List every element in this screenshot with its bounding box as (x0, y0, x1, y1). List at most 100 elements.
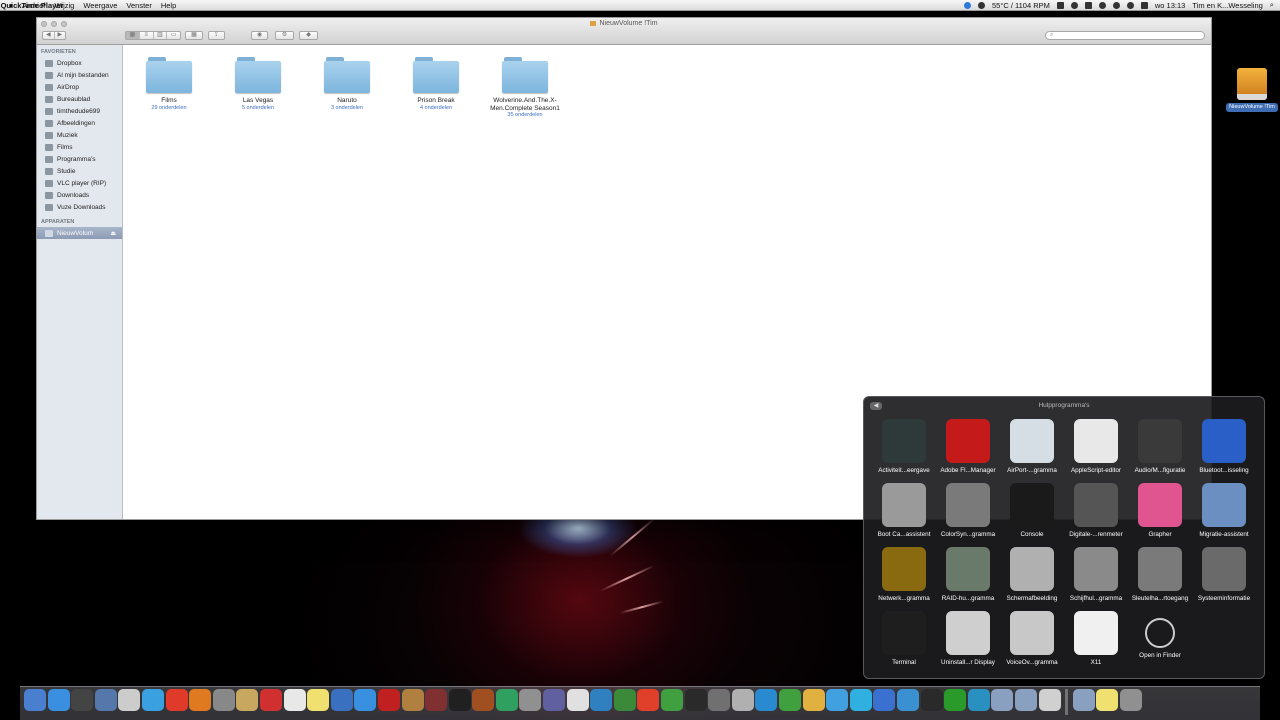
dock-app-icon[interactable] (684, 689, 707, 711)
menu-venster[interactable]: Venster (126, 1, 151, 10)
sidebar-item-desktop[interactable]: Bureaublad (37, 93, 122, 105)
dock-app-icon[interactable] (519, 689, 542, 711)
stack-app-item[interactable]: X11 (1064, 611, 1128, 666)
stack-app-item[interactable]: Migratie-assistent (1192, 483, 1256, 538)
dock-app-icon[interactable] (212, 689, 235, 711)
folder-item[interactable]: Naruto 3 onderdelen (307, 57, 387, 112)
stack-app-item[interactable]: Netwerk...gramma (872, 547, 936, 602)
display-tray-icon[interactable] (1084, 1, 1092, 9)
dock-app-icon[interactable] (755, 689, 778, 711)
stack-app-item[interactable]: Terminal (872, 611, 936, 666)
dock-app-icon[interactable] (613, 689, 636, 711)
dock-app-icon[interactable] (896, 689, 919, 711)
dock-app-icon[interactable] (24, 689, 46, 711)
sidebar-item-movies[interactable]: Films (37, 141, 122, 153)
desktop-drive-icon[interactable]: NieuwVolume !Tim (1226, 68, 1278, 112)
sidebar-item-dropbox[interactable]: Dropbox (37, 57, 122, 69)
stack-app-item[interactable]: Grapher (1128, 483, 1192, 538)
dock-app-icon[interactable] (47, 689, 70, 711)
forward-button[interactable]: ▶ (55, 32, 66, 39)
sidebar-item-music[interactable]: Muziek (37, 129, 122, 141)
share-button[interactable]: ⇪ (208, 31, 225, 40)
dock-app-icon[interactable] (330, 689, 353, 711)
folder-item[interactable]: Prison Break 4 onderdelen (396, 57, 476, 112)
dock-app-icon[interactable] (1096, 689, 1119, 711)
dock-app-icon[interactable] (94, 689, 117, 711)
stack-app-item[interactable]: Systeeminformatie (1192, 547, 1256, 602)
volume-tray-icon[interactable] (1140, 1, 1148, 9)
stack-app-item[interactable]: Boot Ca...assistent (872, 483, 936, 538)
folder-item[interactable]: Wolverine.And.The.X-Men.Complete Season1… (485, 57, 565, 119)
spotlight-icon[interactable]: ⌕ (1270, 0, 1274, 10)
dock-app-icon[interactable] (566, 689, 589, 711)
sidebar-item-nieuwvolume[interactable]: NieuwVolum ⏏ (37, 227, 122, 239)
dock-app-icon[interactable] (661, 689, 684, 711)
app-menu[interactable]: QuickTime Player (0, 1, 64, 10)
dock-app-icon[interactable] (495, 689, 518, 711)
stack-app-item[interactable]: Adobe Fl...Manager (936, 419, 1000, 474)
stack-app-item[interactable]: ColorSyn...gramma (936, 483, 1000, 538)
dock-app-icon[interactable] (377, 689, 400, 711)
dropbox-button[interactable]: ◆ (299, 31, 318, 40)
dock-app-icon[interactable] (849, 689, 872, 711)
stack-app-item[interactable]: VoiceOv...gramma (1000, 611, 1064, 666)
dock-app-icon[interactable] (1038, 689, 1061, 711)
eject-icon[interactable]: ⏏ (110, 230, 116, 237)
sidebar-item-downloads[interactable]: Downloads (37, 189, 122, 201)
coverflow-view-button[interactable]: ▭ (167, 32, 180, 39)
list-view-button[interactable]: ≡ (140, 32, 154, 39)
dock-app-icon[interactable] (590, 689, 613, 711)
dock-app-icon[interactable] (967, 689, 990, 711)
sidebar-item-home[interactable]: timthedude699 (37, 105, 122, 117)
stack-app-item[interactable]: RAID-hu...gramma (936, 547, 1000, 602)
dock-app-icon[interactable] (944, 689, 967, 711)
quicklook-button[interactable]: ◉ (251, 31, 268, 40)
folder-item[interactable]: Las Vegas 5 onderdelen (218, 57, 298, 112)
dock-app-icon[interactable] (873, 689, 896, 711)
dock-app-icon[interactable] (236, 689, 259, 711)
folder-item[interactable]: Films 29 onderdelen (129, 57, 209, 112)
stack-app-item[interactable]: Open in Finder (1128, 611, 1192, 659)
sidebar-item-pictures[interactable]: Afbeeldingen (37, 117, 122, 129)
stack-app-item[interactable]: Bluetoot...isseling (1192, 419, 1256, 474)
dock-app-icon[interactable] (543, 689, 566, 711)
stack-app-item[interactable]: Schijfhul...gramma (1064, 547, 1128, 602)
stack-app-item[interactable]: Sleutelha...rtoegang (1128, 547, 1192, 602)
dock-app-icon[interactable] (283, 689, 306, 711)
sidebar-item-studie[interactable]: Studie (37, 165, 122, 177)
dock-app-icon[interactable] (637, 689, 660, 711)
stack-app-item[interactable]: Activiteit...eergave (872, 419, 936, 474)
user-menu[interactable]: Tim en K...Wesseling (1192, 1, 1262, 10)
stack-app-item[interactable]: AppleScript-editor (1064, 419, 1128, 474)
menu-help[interactable]: Help (161, 1, 176, 10)
dock-app-icon[interactable] (448, 689, 471, 711)
bluetooth-tray-icon[interactable] (1112, 1, 1120, 9)
dock-app-icon[interactable] (708, 689, 731, 711)
twitter-tray-icon[interactable] (964, 1, 971, 9)
dock-app-icon[interactable] (802, 689, 825, 711)
dock-app-icon[interactable] (779, 689, 801, 711)
dock-app-icon[interactable] (991, 689, 1014, 711)
dock-app-icon[interactable] (118, 689, 141, 711)
dropbox-tray-icon[interactable] (1056, 1, 1064, 9)
stack-app-item[interactable]: Digitale-...renmeter (1064, 483, 1128, 538)
stack-app-item[interactable]: Schermafbeelding (1000, 547, 1064, 602)
dock-app-icon[interactable] (141, 689, 164, 711)
dock-app-icon[interactable] (920, 689, 943, 711)
dock-app-icon[interactable] (165, 689, 188, 711)
back-button[interactable]: ◀ (43, 32, 55, 39)
dock-app-icon[interactable] (1119, 689, 1142, 711)
sidebar-item-applications[interactable]: Programma's (37, 153, 122, 165)
stack-app-item[interactable]: Uninstall...r Display (936, 611, 1000, 666)
dock-app-icon[interactable] (354, 689, 377, 711)
sync-tray-icon[interactable] (1070, 1, 1078, 9)
dock-app-icon[interactable] (307, 689, 330, 711)
dock-app-icon[interactable] (425, 689, 448, 711)
dock-app-icon[interactable] (1072, 689, 1095, 711)
stack-app-item[interactable]: Audio/M...figuratie (1128, 419, 1192, 474)
stack-app-item[interactable]: AirPort-...gramma (1000, 419, 1064, 474)
temperature-readout[interactable]: 55°C / 1104 RPM (992, 1, 1050, 10)
dock-app-icon[interactable] (401, 689, 424, 711)
dock-app-icon[interactable] (1014, 689, 1037, 711)
sidebar-item-airdrop[interactable]: AirDrop (37, 81, 122, 93)
